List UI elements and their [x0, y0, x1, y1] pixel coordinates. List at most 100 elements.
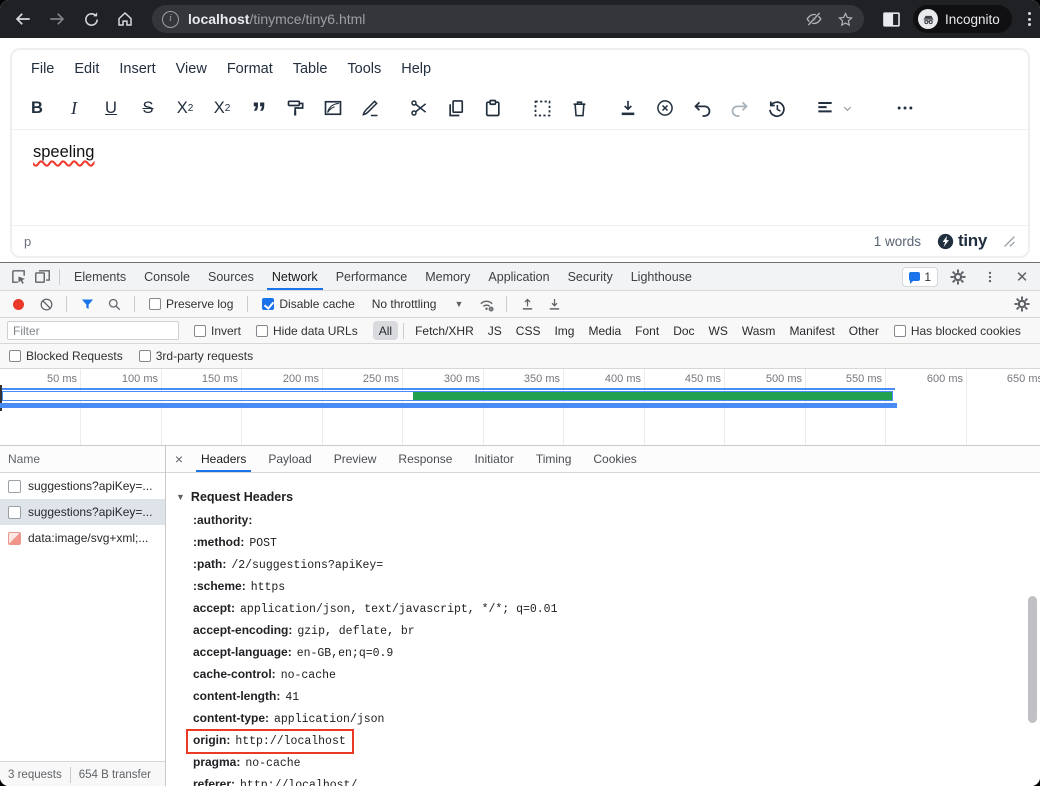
blocked-requests-checkbox[interactable]: Blocked Requests [9, 349, 123, 363]
tab-elements[interactable]: Elements [65, 263, 135, 290]
underline-button[interactable]: U [100, 97, 122, 119]
word-count[interactable]: 1 words [874, 234, 921, 249]
delete-button[interactable] [568, 97, 590, 119]
address-bar[interactable]: i localhost/tinymce/tiny6.html [152, 5, 864, 33]
third-party-checkbox[interactable]: 3rd-party requests [139, 349, 253, 363]
tab-application[interactable]: Application [479, 263, 558, 290]
filter-type-js[interactable]: JS [482, 321, 508, 340]
tab-network[interactable]: Network [263, 263, 327, 290]
more-toolbar-button[interactable] [894, 97, 916, 119]
home-button[interactable] [110, 4, 140, 34]
tab-lighthouse[interactable]: Lighthouse [622, 263, 701, 290]
editor-content-area[interactable]: speeling [12, 129, 1028, 225]
superscript-button[interactable]: X2 [211, 97, 233, 119]
filter-toggle-button[interactable] [75, 292, 99, 316]
menu-edit[interactable]: Edit [65, 56, 108, 82]
detail-tab-response[interactable]: Response [387, 446, 463, 472]
redo-button[interactable] [728, 97, 750, 119]
cancel-button[interactable] [654, 97, 676, 119]
throttling-select[interactable]: No throttling▼ [364, 297, 472, 311]
menu-view[interactable]: View [167, 56, 216, 82]
network-settings-button[interactable] [1010, 292, 1034, 316]
record-button[interactable] [13, 299, 24, 310]
devtools-settings-button[interactable] [946, 265, 970, 289]
filter-type-other[interactable]: Other [843, 321, 885, 340]
tab-performance[interactable]: Performance [327, 263, 417, 290]
resize-handle-icon[interactable] [1003, 235, 1016, 248]
menu-help[interactable]: Help [392, 56, 440, 82]
detail-tab-timing[interactable]: Timing [525, 446, 583, 472]
invert-checkbox[interactable]: Invert [188, 324, 247, 338]
filter-type-manifest[interactable]: Manifest [783, 321, 840, 340]
request-row-2-selected[interactable]: suggestions?apiKey=... [0, 499, 165, 525]
detail-tab-cookies[interactable]: Cookies [582, 446, 647, 472]
element-path[interactable]: p [24, 234, 31, 249]
devtools-close-button[interactable]: ✕ [1010, 265, 1034, 289]
detail-tab-payload[interactable]: Payload [257, 446, 322, 472]
menu-format[interactable]: Format [218, 56, 282, 82]
tab-memory[interactable]: Memory [416, 263, 479, 290]
edit-image-button[interactable] [322, 97, 344, 119]
reload-button[interactable] [76, 4, 106, 34]
vision-hidden-eye-icon[interactable] [805, 10, 823, 28]
menu-tools[interactable]: Tools [338, 56, 390, 82]
permanent-pen-button[interactable] [359, 97, 381, 119]
filter-input[interactable] [7, 321, 179, 340]
paste-button[interactable] [482, 97, 504, 119]
filter-type-font[interactable]: Font [629, 321, 665, 340]
back-button[interactable] [8, 4, 38, 34]
download-button[interactable] [617, 97, 639, 119]
network-conditions-button[interactable] [474, 292, 498, 316]
detail-tab-initiator[interactable]: Initiator [463, 446, 524, 472]
undo-button[interactable] [691, 97, 713, 119]
issues-badge[interactable]: 1 [902, 267, 938, 287]
request-row-1[interactable]: suggestions?apiKey=... [0, 473, 165, 499]
has-blocked-cookies-checkbox[interactable]: Has blocked cookies [894, 324, 1021, 338]
tab-security[interactable]: Security [559, 263, 622, 290]
filter-type-doc[interactable]: Doc [667, 321, 700, 340]
inspect-element-button[interactable] [6, 265, 30, 289]
filter-type-wasm[interactable]: Wasm [736, 321, 782, 340]
disable-cache-checkbox[interactable]: Disable cache [256, 297, 360, 311]
filter-type-media[interactable]: Media [582, 321, 627, 340]
fill-color-button[interactable] [285, 97, 307, 119]
site-info-icon[interactable]: i [162, 11, 179, 28]
forward-button[interactable] [42, 4, 72, 34]
hide-data-urls-checkbox[interactable]: Hide data URLs [256, 324, 364, 338]
requests-column-header[interactable]: Name [0, 446, 165, 473]
filter-type-css[interactable]: CSS [510, 321, 547, 340]
tiny-logo[interactable]: tiny [937, 231, 987, 251]
detail-tab-headers[interactable]: Headers [190, 446, 257, 472]
copy-button[interactable] [445, 97, 467, 119]
side-panel-icon[interactable] [882, 11, 901, 28]
align-button[interactable] [814, 97, 836, 119]
devtools-menu-button[interactable] [978, 265, 1002, 289]
bold-button[interactable]: B [26, 97, 48, 119]
clear-button[interactable] [34, 292, 58, 316]
filter-type-ws[interactable]: WS [703, 321, 734, 340]
network-search-button[interactable] [102, 292, 126, 316]
detail-tab-preview[interactable]: Preview [323, 446, 388, 472]
filter-type-img[interactable]: Img [548, 321, 580, 340]
export-har-button[interactable] [542, 292, 566, 316]
section-disclosure-icon[interactable]: ▼ [176, 492, 185, 502]
menu-table[interactable]: Table [284, 56, 337, 82]
details-scrollbar[interactable] [1028, 596, 1037, 723]
italic-button[interactable]: I [63, 97, 85, 119]
cut-button[interactable] [408, 97, 430, 119]
import-har-button[interactable] [515, 292, 539, 316]
misspelled-word[interactable]: speeling [33, 143, 94, 161]
restore-draft-button[interactable] [765, 97, 787, 119]
menu-insert[interactable]: Insert [110, 56, 164, 82]
details-close-button[interactable]: × [168, 451, 190, 467]
filter-type-fetch-xhr[interactable]: Fetch/XHR [409, 321, 480, 340]
browser-menu-button[interactable] [1024, 8, 1035, 30]
blockquote-button[interactable]: ” [248, 91, 270, 125]
tab-sources[interactable]: Sources [199, 263, 263, 290]
preserve-log-checkbox[interactable]: Preserve log [143, 297, 239, 311]
bookmark-star-icon[interactable] [837, 11, 854, 28]
subscript-button[interactable]: X2 [174, 97, 196, 119]
tab-console[interactable]: Console [135, 263, 199, 290]
strikethrough-button[interactable]: S [137, 97, 159, 119]
filter-type-all[interactable]: All [373, 321, 398, 340]
